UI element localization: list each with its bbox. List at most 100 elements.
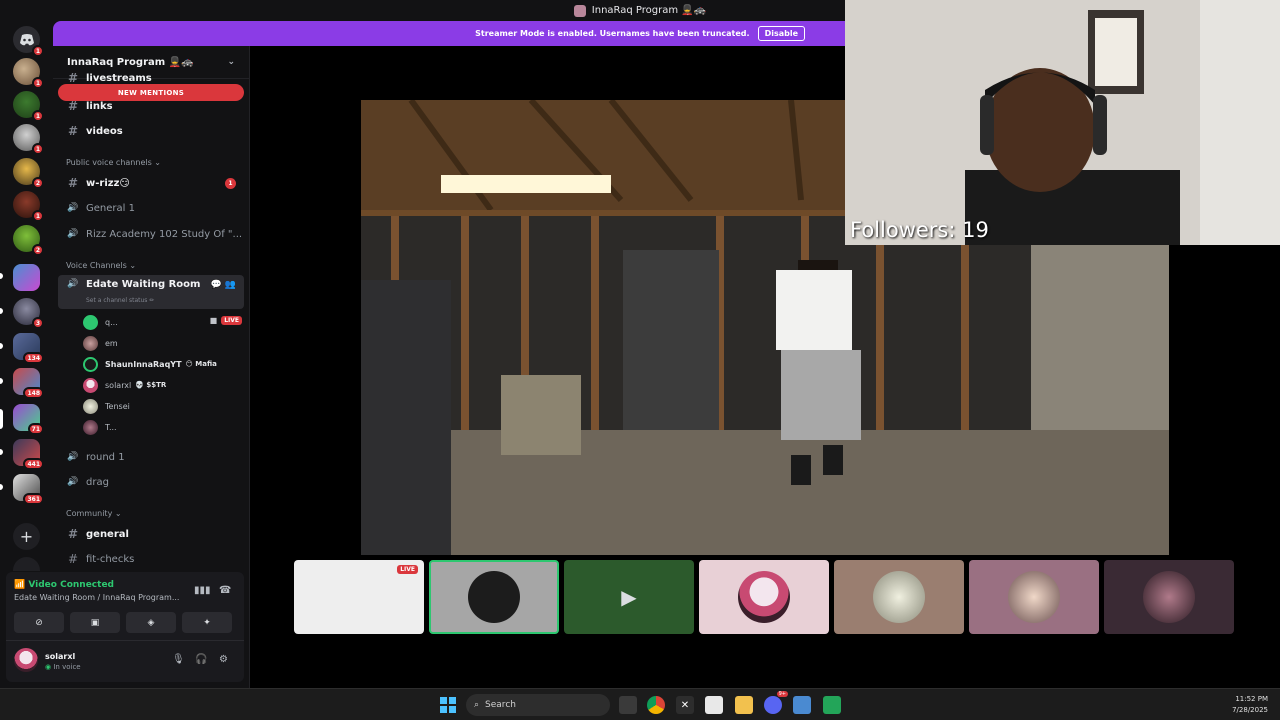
server-icon-3[interactable]: 1 <box>13 124 44 155</box>
live-badge: LIVE <box>221 316 242 325</box>
voice-user-name: ShaunInnaRaqYT <box>105 359 182 369</box>
disconnect-icon[interactable]: ☎ <box>219 585 231 596</box>
gear-icon[interactable]: ⚙ <box>219 654 228 665</box>
add-server-button[interactable]: + <box>13 523 40 550</box>
unread-badge: 2 <box>31 177 44 189</box>
server-folder-5[interactable]: 361 <box>13 474 44 505</box>
channel-name: fit-checks <box>86 553 135 565</box>
category-voice-channels[interactable]: Voice Channels ⌄ <box>66 261 136 270</box>
category-public-voice[interactable]: Public voice channels ⌄ <box>66 158 161 167</box>
voice-user[interactable]: em <box>83 334 118 352</box>
channel-name: w-rizz😏 <box>86 177 130 189</box>
soundboard-button[interactable]: ✦ <box>182 612 232 633</box>
participant-tile[interactable] <box>834 560 964 634</box>
windows-taskbar: ⌕ Search ✕ 9+ 11:52 PM 7/28/2025 <box>0 688 1280 720</box>
channel-general[interactable]: # general <box>58 523 244 545</box>
server-icon-1[interactable]: 1 <box>13 58 44 89</box>
server-icon-5[interactable]: 1 <box>13 191 44 222</box>
channel-rizz-academy[interactable]: 🔊 Rizz Academy 102 Study Of "... <box>58 223 244 245</box>
server-icon-6[interactable]: 2 <box>13 225 44 256</box>
server-folder-4[interactable]: 441 <box>13 439 44 470</box>
headphones-icon[interactable]: 🎧 <box>195 654 207 665</box>
voice-user[interactable]: T... <box>83 418 117 436</box>
voice-channel-link[interactable]: Edate Waiting Room / InnaRaq Program... <box>14 593 179 602</box>
disable-streamer-mode-button[interactable]: Disable <box>757 26 805 41</box>
channel-drag[interactable]: 🔊 drag <box>58 471 244 493</box>
server-folder-1[interactable]: 134 <box>13 333 44 364</box>
share-screen-button[interactable]: ▣ <box>70 612 120 633</box>
noise-suppression-icon[interactable]: ▮▮▮ <box>194 585 211 596</box>
participant-tile[interactable] <box>1104 560 1234 634</box>
server-icon-4[interactable]: 2 <box>13 158 44 189</box>
user-name[interactable]: solarxl <box>45 652 75 661</box>
webcam-image <box>845 0 1280 245</box>
channel-round-1[interactable]: 🔊 round 1 <box>58 446 244 468</box>
voice-user-name: T... <box>105 422 117 432</box>
discord-logo-icon <box>19 33 34 45</box>
hash-icon: # <box>67 552 79 566</box>
chrome-icon[interactable] <box>647 696 665 714</box>
taskbar-search[interactable]: ⌕ Search <box>466 694 610 716</box>
server-icon-7[interactable] <box>13 264 40 291</box>
channel-w-rizz[interactable]: # w-rizz😏 1 <box>58 172 244 194</box>
unread-badge: 148 <box>23 387 44 399</box>
avatar <box>83 398 98 414</box>
channel-fit-checks[interactable]: # fit-checks <box>58 548 244 570</box>
chat-icon[interactable]: 💬 👥 <box>210 280 236 290</box>
speaker-icon: 🔊 <box>67 477 79 487</box>
followers-count: Followers: 19 <box>850 218 989 242</box>
channel-links[interactable]: # links <box>58 95 244 117</box>
file-explorer-icon[interactable] <box>735 696 753 714</box>
voice-user[interactable]: ShaunInnaRaqYT 😶 Mafia <box>83 355 217 373</box>
speaker-icon: 🔊 <box>67 203 79 213</box>
hash-icon: # <box>67 176 79 190</box>
participant-tile-camera[interactable]: ▶ <box>564 560 694 634</box>
camera-off-button[interactable]: ⊘ <box>14 612 64 633</box>
hash-icon: # <box>67 124 79 138</box>
channel-general-1[interactable]: 🔊 General 1 <box>58 197 244 219</box>
notepad-icon[interactable] <box>705 696 723 714</box>
user-panel: solarxl ◉ In voice 🎙 🎧 ⚙ <box>6 640 244 682</box>
server-icon-8[interactable]: 3 <box>13 298 44 329</box>
hash-icon: # <box>67 71 79 85</box>
voice-user[interactable]: q... <box>83 313 118 331</box>
photos-icon[interactable] <box>793 696 811 714</box>
microphone-icon[interactable]: 🎙 <box>172 654 185 665</box>
server-folder-3[interactable]: 71 <box>13 404 44 435</box>
clock-date: 7/28/2025 <box>1232 706 1268 714</box>
user-avatar[interactable] <box>14 648 38 672</box>
capcut-icon[interactable]: ✕ <box>676 696 694 714</box>
hash-icon: # <box>67 527 79 541</box>
unread-indicator <box>0 308 3 314</box>
activities-button[interactable]: ◈ <box>126 612 176 633</box>
app-icon[interactable] <box>823 696 841 714</box>
participant-tile[interactable] <box>969 560 1099 634</box>
discord-taskbar-icon[interactable]: 9+ <box>764 691 788 714</box>
channel-livestreams[interactable]: # livestreams <box>58 71 244 85</box>
start-button[interactable] <box>439 696 457 714</box>
avatar <box>83 377 98 393</box>
set-channel-status[interactable]: Set a channel status ✏ <box>86 297 154 304</box>
unread-badge: 1 <box>31 210 44 222</box>
server-folder-2[interactable]: 148 <box>13 368 44 399</box>
chevron-down-icon: ⌄ <box>227 57 235 67</box>
category-community[interactable]: Community ⌄ <box>66 509 122 518</box>
channel-name: drag <box>86 476 109 488</box>
unread-badge: 71 <box>27 423 44 435</box>
participant-tile[interactable] <box>699 560 829 634</box>
screen: InnaRaq Program 💂🚓 1 1 1 1 2 1 2 3 134 1… <box>0 0 1280 720</box>
participant-tile[interactable] <box>429 560 559 634</box>
unread-badge: 134 <box>23 352 44 364</box>
voice-user[interactable]: Tensei <box>83 397 130 415</box>
unread-badge: 361 <box>23 493 44 505</box>
task-view-icon[interactable] <box>619 696 637 714</box>
direct-messages-button[interactable]: 1 <box>13 26 44 57</box>
unread-indicator <box>0 273 3 279</box>
taskbar-clock[interactable]: 11:52 PM 7/28/2025 <box>1232 694 1268 716</box>
voice-user[interactable]: solarxl 💀 $$TR <box>83 376 166 394</box>
participant-tile-stream[interactable]: LIVE <box>294 560 424 634</box>
voice-status-title: 📶 Video Connected <box>14 580 114 590</box>
server-icon-2[interactable]: 1 <box>13 91 44 122</box>
discover-button[interactable] <box>13 557 40 571</box>
channel-videos[interactable]: # videos <box>58 120 244 142</box>
